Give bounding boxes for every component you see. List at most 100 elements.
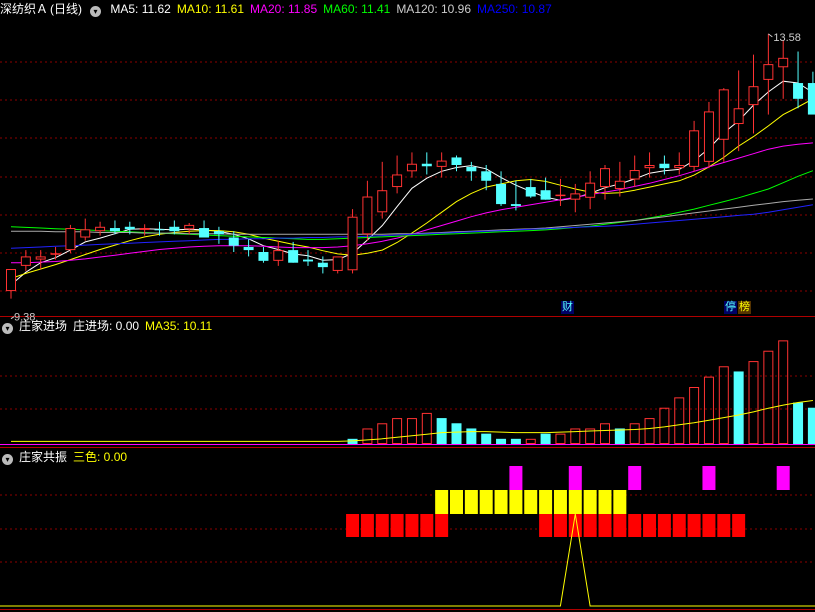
volume-bar [392,418,403,445]
candle-body [555,194,566,197]
yellow-block [479,490,493,514]
panel2-name: 庄家进场 [19,319,68,333]
ma35-line [11,400,813,442]
candle-body [585,182,596,198]
ma-legend-item: MA60: 11.41 [323,2,391,16]
candle-body [481,171,492,181]
volume-bar [733,371,744,444]
candle-body [763,64,774,80]
candle-body [496,183,507,205]
red-block [643,514,657,537]
chevron-down-icon[interactable]: ▾ [2,323,13,334]
candle-body [199,228,210,238]
candle-body [332,256,343,271]
ranking-badge[interactable]: 榜 [738,301,751,314]
volume-bar [555,433,566,444]
candle-body [377,190,388,213]
suspend-badge[interactable]: 停 [724,301,737,314]
volume-bar [793,402,804,444]
yellow-block [509,490,523,514]
yellow-block [435,490,449,514]
chart-canvas[interactable]: 13.589.38 [0,0,815,612]
candle-body [139,228,150,230]
yellow-block [450,490,463,514]
candle-body [466,166,477,172]
panel3-value: 三色: 0.00 [73,450,128,464]
period-label: (日线) [50,2,83,16]
candle-body [659,163,670,169]
candle-body [35,256,46,260]
red-block [405,514,419,537]
candle-body [20,256,31,266]
yellow-block [464,490,478,514]
candle-body [288,250,299,263]
ma-legend: MA5: 11.62 MA10: 11.61 MA20: 11.85 MA60: 11… [110,2,557,16]
finance-badge[interactable]: 财 [561,301,574,314]
red-block [539,514,553,537]
chevron-down-icon[interactable]: ▾ [90,6,102,17]
candle-body [317,262,328,268]
red-block [613,514,627,537]
red-block [732,514,746,537]
volume-bar [689,387,700,444]
ma-legend-item: MA20: 11.85 [250,2,318,16]
candle-body [600,168,610,188]
volume-bar [807,407,815,444]
red-block [657,514,671,537]
yellow-block [583,490,597,514]
magenta-block [568,466,582,490]
volume-bar [362,428,373,445]
red-block [346,514,360,537]
red-block [568,514,582,537]
candle-body [748,86,759,106]
volume-bar [421,412,432,444]
volume-bar [525,438,536,444]
red-block [717,514,731,537]
yellow-block [553,490,567,514]
candle-body [689,130,700,167]
yellow-block [524,490,538,514]
candle-body [80,229,91,238]
volume-bar [451,423,462,444]
volume-bar [763,350,774,444]
panel2-header: ▾ 庄家进场 庄进场: 0.00 MA35: 10.11 [0,318,218,334]
volume-bar [481,433,492,444]
panel2-ma: MA35: 10.11 [145,319,213,333]
volume-bar [718,366,729,445]
candle-body [243,246,254,251]
candle-body [718,89,729,140]
ma-legend-item: MA120: 10.96 [396,2,472,16]
panel3-header: ▾ 庄家共振 三色: 0.00 [0,449,133,465]
candle-body [451,157,462,165]
red-block [435,514,449,537]
candle-body [703,111,714,162]
high-marker-arrow [768,33,773,38]
candle-body [303,259,313,262]
yellow-block [539,490,553,514]
red-block [360,514,374,537]
candle-body [421,163,432,167]
magenta-block [509,466,523,490]
red-block [390,514,404,537]
volume-bar [778,340,789,445]
volume-bar [436,418,447,444]
red-block [672,514,686,537]
candle-body [65,228,76,251]
volume-bar [406,418,417,445]
volume-bar [377,423,388,445]
candle-body [570,193,581,200]
red-block [598,514,612,537]
candle-body [674,165,685,169]
volume-bar [540,433,551,444]
ma-legend-item: MA5: 11.62 [110,2,171,16]
magenta-block [628,466,642,490]
yellow-block [494,490,508,514]
high-price-label: 13.58 [773,32,801,44]
yellow-block [598,490,612,514]
candle-body [95,226,106,232]
volume-bar [466,428,477,444]
volume-bar [510,438,521,444]
red-block [628,514,642,537]
chevron-down-icon[interactable]: ▾ [2,454,13,465]
red-block [420,514,434,537]
